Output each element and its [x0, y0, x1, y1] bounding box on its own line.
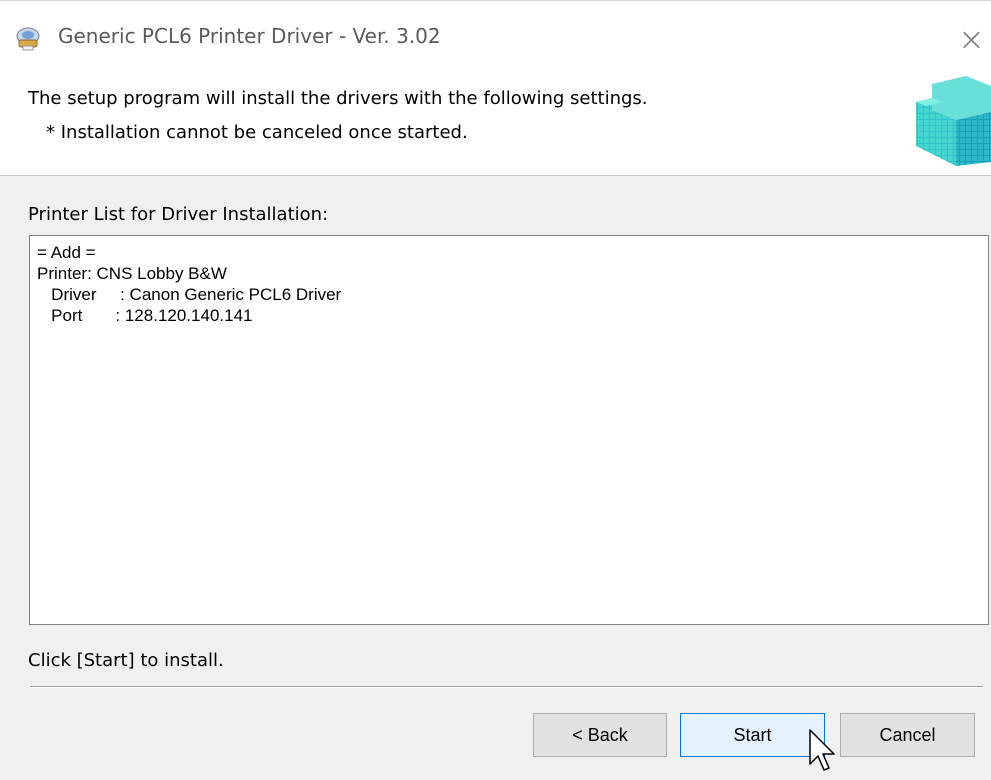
- installer-window: Generic PCL6 Printer Driver - Ver. 3.02 …: [0, 0, 991, 780]
- printer-list-label: Printer List for Driver Installation:: [28, 204, 329, 225]
- cube-stack-icon: [916, 76, 991, 166]
- window-title: Generic PCL6 Printer Driver - Ver. 3.02: [58, 24, 441, 48]
- back-button[interactable]: < Back: [533, 713, 667, 757]
- install-hint: Click [Start] to install.: [28, 650, 224, 671]
- start-button[interactable]: Start: [680, 713, 825, 757]
- list-line-driver: Driver : Canon Generic PCL6 Driver: [37, 285, 342, 304]
- list-line-port: Port : 128.120.140.141: [37, 306, 253, 325]
- printer-installer-icon: [16, 27, 40, 51]
- close-button[interactable]: ×: [958, 19, 991, 59]
- list-line-add: = Add =: [37, 243, 96, 262]
- header-warning: * Installation cannot be canceled once s…: [46, 122, 468, 143]
- divider: [30, 686, 983, 688]
- list-line-printer: Printer: CNS Lobby B&W: [37, 264, 227, 283]
- header-description: The setup program will install the drive…: [28, 88, 648, 109]
- cancel-button[interactable]: Cancel: [840, 713, 975, 757]
- title-bar: Generic PCL6 Printer Driver - Ver. 3.02 …: [0, 0, 991, 72]
- printer-list-box[interactable]: = Add = Printer: CNS Lobby B&W Driver : …: [29, 235, 989, 625]
- header-panel: The setup program will install the drive…: [0, 72, 991, 176]
